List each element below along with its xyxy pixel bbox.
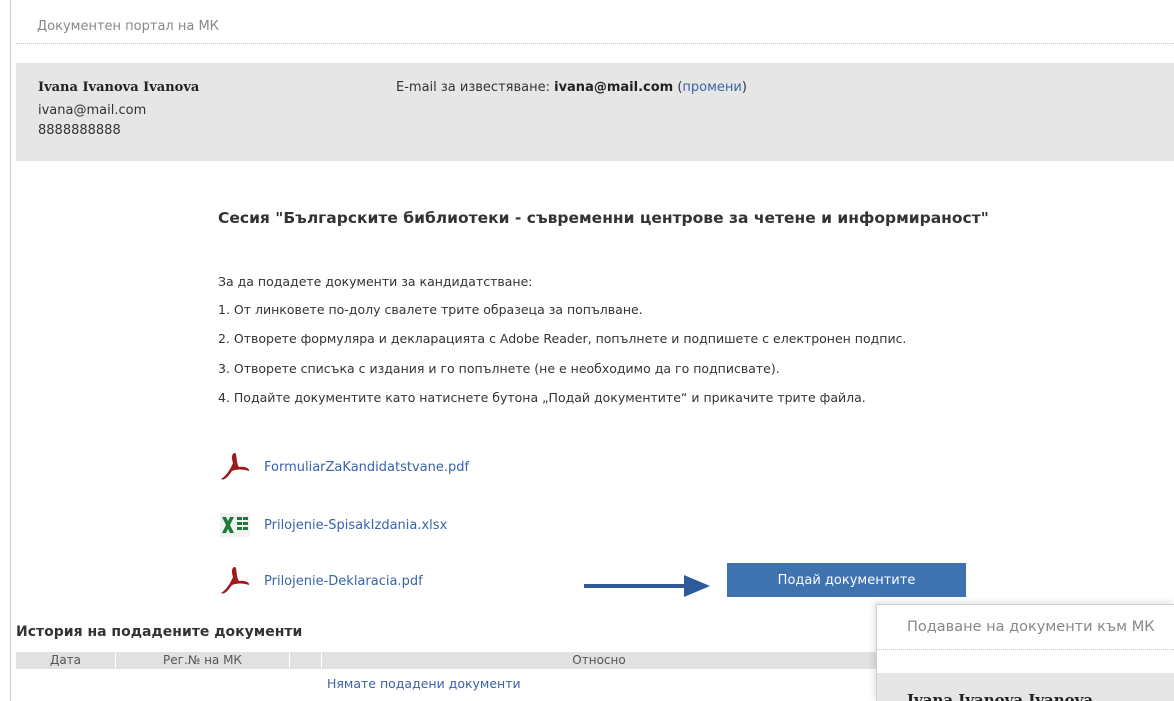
file-spisak-izdania[interactable]: Prilojenie-SpisakIzdania.xlsx (218, 507, 447, 543)
history-empty-message: Нямате подадени документи (327, 676, 521, 691)
file-deklaracia[interactable]: Prilojenie-Deklaracia.pdf (218, 563, 423, 599)
change-email-link[interactable]: промени (682, 80, 741, 95)
overlay-window[interactable]: Подаване на документи към МК Ivana Ivano… (876, 604, 1174, 701)
title-divider (16, 43, 1174, 44)
user-info-panel: Ivana Ivanova Ivanova ivana@mail.com 888… (16, 63, 1174, 161)
session-title: Сесия "Българските библиотеки - съвремен… (218, 209, 989, 227)
column-header-subject[interactable]: Относно (322, 652, 876, 669)
history-title: История на подадените документи (16, 624, 303, 640)
file-link-spisak-izdania[interactable]: Prilojenie-SpisakIzdania.xlsx (264, 518, 447, 533)
file-link-deklaracia[interactable]: Prilojenie-Deklaracia.pdf (264, 574, 423, 589)
submit-documents-button[interactable]: Подай документите (727, 563, 966, 597)
instruction-step-1: 1. От линковете по-долу свалете трите об… (218, 302, 643, 317)
file-formuliar[interactable]: FormuliarZaKandidatstvane.pdf (218, 449, 469, 485)
overlay-title: Подаване на документи към МК (907, 619, 1155, 635)
instruction-step-2: 2. Отворете формуляра и декларацията с A… (218, 331, 907, 346)
user-email: ivana@mail.com (38, 103, 147, 118)
user-phone: 8888888888 (38, 123, 121, 138)
instruction-intro: За да подадете документи за кандидатства… (218, 274, 533, 289)
notification-email-label: E-mail за известяване: (396, 80, 550, 95)
overlay-user-name: Ivana Ivanova Ivanova (907, 691, 1094, 701)
instruction-step-3: 3. Отворете списъка с издания и го попъл… (218, 361, 780, 376)
overlay-user-panel: Ivana Ivanova Ivanova (877, 673, 1174, 701)
overlay-divider (877, 649, 1174, 650)
paren-close: ) (741, 80, 747, 95)
file-link-formuliar[interactable]: FormuliarZaKandidatstvane.pdf (264, 460, 469, 475)
notification-email-value: ivana@mail.com (554, 80, 674, 95)
column-header-date[interactable]: Дата (16, 652, 116, 669)
arrow-right-icon (584, 575, 710, 597)
column-header-blank (290, 652, 322, 669)
portal-title: Документен портал на МК (37, 19, 219, 34)
instruction-step-4: 4. Подайте документите като натиснете бу… (218, 390, 866, 405)
user-name: Ivana Ivanova Ivanova (38, 80, 200, 95)
pdf-icon (218, 564, 252, 598)
excel-icon (218, 508, 252, 542)
pdf-icon (218, 450, 252, 484)
column-header-reg-number[interactable]: Рег.№ на МК (116, 652, 290, 669)
history-table-header: Дата Рег.№ на МК Относно (16, 652, 876, 669)
notification-email: E-mail за известяване: ivana@mail.com (п… (396, 80, 747, 95)
